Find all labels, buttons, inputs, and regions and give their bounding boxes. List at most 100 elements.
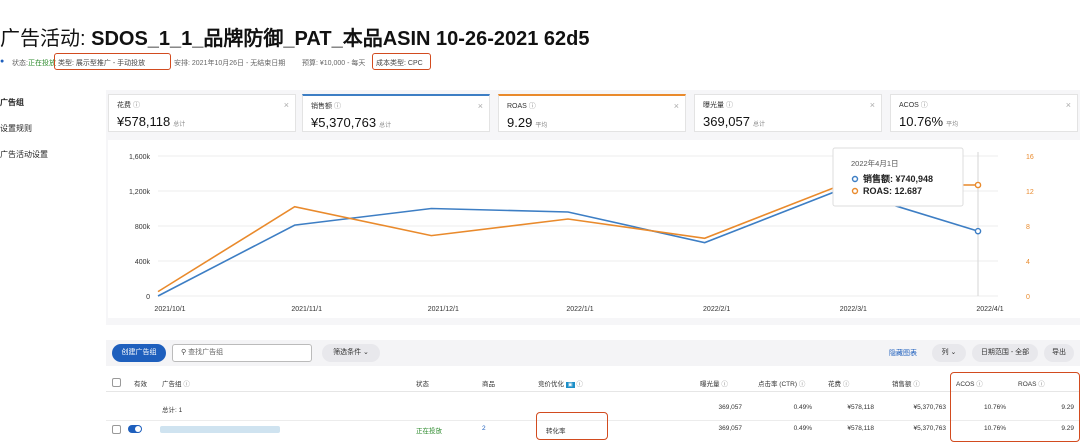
metric-card-sales[interactable]: 销售额 ⓘ ¥5,370,763 总计 ×: [302, 94, 490, 132]
y-right-tick-label: 4: [1026, 259, 1030, 266]
x-tick-label: 2022/3/1: [840, 306, 867, 313]
close-icon[interactable]: ×: [674, 101, 679, 111]
metric-value-text: ¥578,118: [117, 114, 171, 129]
search-placeholder: 查找广告组: [188, 349, 224, 356]
col-ctr[interactable]: 点击率 (CTR) ⓘ: [758, 378, 805, 388]
info-icon: ⓘ: [913, 381, 920, 388]
total-sales: ¥5,370,763: [913, 404, 946, 411]
y-left-tick-label: 1,200k: [129, 189, 151, 196]
active-toggle[interactable]: [128, 425, 142, 433]
metric-card-roas[interactable]: ROAS ⓘ 9.29 平均 ×: [498, 94, 686, 132]
metric-label: 花费 ⓘ: [117, 100, 140, 110]
create-ad-group-button[interactable]: 创建广告组: [112, 344, 166, 362]
col-products[interactable]: 商品: [482, 378, 495, 388]
metric-label: 曝光量 ⓘ: [703, 100, 733, 110]
metric-value: 10.76% 平均: [899, 114, 958, 129]
metric-card-spend[interactable]: 花费 ⓘ ¥578,118 总计 ×: [108, 94, 296, 132]
status-value: 正在投放: [28, 60, 56, 67]
metric-suffix: 总计: [753, 122, 766, 128]
sidebar-item-campaign-settings[interactable]: 广告活动设置: [0, 148, 90, 174]
col-impressions[interactable]: 曝光量 ⓘ: [700, 378, 728, 388]
col-bid-optimization[interactable]: 竞价优化 ▣ ⓘ: [538, 378, 583, 388]
close-icon[interactable]: ×: [870, 100, 875, 110]
tooltip-roas: ROAS: 12.687: [863, 186, 922, 196]
col-spend-label: 花费: [828, 381, 841, 388]
bid-optimization-highlight: [536, 412, 608, 440]
metric-card-acos[interactable]: ACOS ⓘ 10.76% 平均 ×: [890, 94, 1078, 132]
metric-label-text: ROAS: [507, 103, 527, 110]
info-icon: ⓘ: [183, 381, 190, 388]
cost-type: 成本类型: CPC: [372, 53, 431, 70]
row-products-link[interactable]: 2: [482, 425, 486, 432]
y-left-tick-label: 0: [146, 294, 150, 301]
metric-card-impressions[interactable]: 曝光量 ⓘ 369,057 总计 ×: [694, 94, 882, 132]
hide-chart-link[interactable]: 隐藏图表: [889, 348, 917, 358]
col-sales-label: 销售额: [892, 381, 912, 388]
close-icon[interactable]: ×: [1066, 100, 1071, 110]
y-right-tick-label: 16: [1026, 154, 1034, 161]
info-icon: ⓘ: [576, 381, 583, 388]
date-range-button[interactable]: 日期范围 - 全部: [972, 344, 1038, 362]
metric-value-text: 9.29: [507, 115, 533, 130]
col-active[interactable]: 有效: [134, 378, 147, 388]
metric-value-text: ¥5,370,763: [311, 115, 377, 130]
y-left-tick-label: 1,600k: [129, 154, 151, 161]
info-icon: ⓘ: [725, 102, 733, 109]
sidebar-item-ad-groups[interactable]: 广告组: [0, 96, 90, 122]
chevron-down-icon: ⌄: [363, 349, 369, 356]
metric-value: 369,057 总计: [703, 114, 765, 129]
tooltip-roas-dot: [851, 187, 859, 195]
info-icon: ⓘ: [721, 381, 728, 388]
campaign-name: SDOS_1_1_品牌防御_PAT_本品ASIN 10-26-2021 62d5: [91, 28, 590, 50]
col-status[interactable]: 状态: [416, 378, 429, 388]
metric-suffix: 总计: [173, 122, 186, 128]
close-icon[interactable]: ×: [284, 100, 289, 110]
close-icon[interactable]: ×: [478, 101, 483, 111]
filter-button[interactable]: 筛选条件 ⌄: [322, 344, 380, 362]
y-right-tick-label: 0: [1026, 294, 1030, 301]
info-icon: ⓘ: [132, 102, 140, 109]
acos-roas-highlight: [950, 372, 1080, 442]
row-spend: ¥578,118: [847, 425, 874, 432]
col-ad-group-label: 广告组: [162, 381, 182, 388]
info-icon: ⓘ: [842, 381, 850, 388]
metric-value-text: 10.76%: [899, 114, 944, 129]
page-title: 广告活动: SDOS_1_1_品牌防御_PAT_本品ASIN 10-26-202…: [0, 22, 589, 51]
total-spend: ¥578,118: [847, 404, 874, 411]
tooltip-sales: 销售额: ¥740,948: [863, 173, 933, 184]
row-impressions: 369,057: [718, 425, 743, 432]
col-ad-group[interactable]: 广告组 ⓘ: [162, 378, 190, 388]
total-label: 总计: 1: [162, 407, 183, 414]
y-left-tick-label: 400k: [135, 259, 151, 266]
chart-svg: 0 400k 800k 1,200k 1,600k 0 4 8 12 16 2021/10/1 202…: [129, 147, 1034, 313]
col-sales[interactable]: 销售额 ⓘ: [892, 378, 920, 388]
col-bid-opt-label: 竞价优化: [538, 381, 564, 388]
col-spend[interactable]: 花费 ⓘ: [828, 378, 849, 388]
metric-cards: 花费 ⓘ ¥578,118 总计 × 销售额 ⓘ ¥5,370,763 总计 × R…: [108, 94, 1080, 132]
info-icon: ⓘ: [920, 102, 928, 109]
metric-label: ACOS ⓘ: [899, 100, 928, 110]
metric-label-text: 花费: [117, 102, 131, 109]
metric-label: ROAS ⓘ: [507, 101, 536, 111]
status-label: 状态:: [12, 60, 28, 67]
info-icon: ⓘ: [528, 103, 536, 110]
select-all-checkbox[interactable]: [112, 378, 121, 387]
table-header: 有效 广告组 ⓘ 状态 商品 竞价优化 ▣ ⓘ 曝光量 ⓘ 点击率 (CTR) …: [106, 374, 1080, 392]
x-tick-label: 2021/10/1: [154, 306, 185, 313]
page-title-prefix: 广告活动:: [0, 28, 92, 50]
search-input[interactable]: ⚲ 查找广告组: [172, 344, 312, 362]
row-status: 正在投放: [416, 428, 442, 435]
row-sales: ¥5,370,763: [913, 425, 946, 432]
campaign-schedule: 安排: 2021年10月26日 - 无结束日期: [174, 60, 286, 67]
metric-label: 销售额 ⓘ: [311, 101, 341, 111]
row-checkbox[interactable]: [112, 425, 121, 434]
ad-group-name-link[interactable]: [160, 426, 280, 433]
export-button[interactable]: 导出: [1044, 344, 1074, 362]
y-right-tick-label: 12: [1026, 189, 1034, 196]
series-point-sales: [974, 227, 982, 235]
sidebar-item-rules[interactable]: 设置规则: [0, 122, 90, 148]
tooltip-sales-dot: [851, 175, 859, 183]
col-impressions-label: 曝光量: [700, 381, 720, 388]
columns-button[interactable]: 列 ⌄: [932, 344, 966, 362]
x-tick-label: 2021/11/1: [291, 306, 322, 313]
